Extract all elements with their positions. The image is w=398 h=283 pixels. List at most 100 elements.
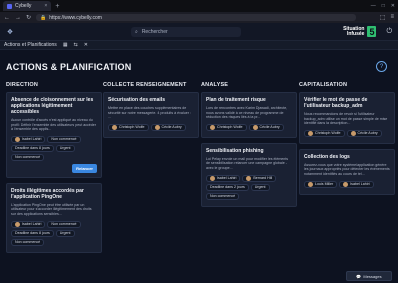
avatar — [210, 124, 215, 130]
avatar — [15, 136, 20, 142]
brand-badge: Situation Infusée 5 — [343, 26, 377, 37]
messages-button[interactable]: 💬 Messages — [346, 271, 392, 281]
avatar — [343, 181, 349, 187]
status-tag[interactable]: Non commencé — [11, 153, 45, 161]
assignee-tag[interactable]: Louis Miller — [304, 180, 338, 188]
search-icon: ⌕ — [135, 29, 138, 35]
address-bar[interactable]: 🔒 https://www.cybelly.com — [36, 14, 357, 21]
card-title: Sécurisation des emails — [108, 97, 165, 103]
card-title: Vérifier le mot de passe de l'utilisateu… — [304, 97, 368, 109]
extensions-icon[interactable]: ⬚ — [380, 14, 386, 21]
column-title: CAPITALISATION — [299, 82, 348, 88]
avatar — [15, 221, 20, 227]
avatar — [308, 181, 313, 187]
card-description: Mettre en place des couches supplémentai… — [108, 106, 191, 120]
column-collecte: COLLECTE RENSEIGNEMENT Sécurisation des … — [103, 82, 199, 143]
assignee-tag[interactable]: Isabel Lahiri — [206, 174, 241, 182]
messages-label: Messages — [363, 273, 382, 279]
close-icon[interactable]: ✕ — [84, 42, 88, 48]
card-title: Sensibilisation phishing — [206, 147, 264, 154]
deadline-tag[interactable]: Deadline dans 8 jours — [11, 229, 54, 237]
assignee-tag[interactable]: Cécile Aubry — [248, 123, 284, 131]
reload-icon[interactable]: ↻ — [26, 14, 31, 21]
window-controls: — □ ✕ — [371, 3, 395, 9]
app-header: ❖ ⌕ Rechercher Situation Infusée 5 ⏻ — [0, 23, 398, 41]
action-card[interactable]: Vérifier le mot de passe de l'utilisateu… — [299, 92, 395, 144]
action-card[interactable]: Droits illégitimes accordés par l'applic… — [6, 182, 102, 253]
assignee-tag[interactable]: Cécile Aubry — [346, 129, 382, 137]
menu-icon[interactable]: ≡ — [390, 14, 394, 21]
card-title: Plan de traitement risque — [206, 97, 266, 103]
card-title: Absence de cloisonnement sur les applica… — [11, 97, 94, 115]
card-description: Loi Pelay envoie un mail pour modifier l… — [206, 156, 289, 170]
brand-number: 5 — [367, 26, 377, 37]
grid-icon[interactable]: ▦ — [63, 42, 68, 48]
avatar — [252, 124, 258, 130]
column-capitalisation: CAPITALISATION Vérifier le mot de passe … — [299, 82, 395, 200]
maximize-icon[interactable]: □ — [382, 3, 385, 9]
deadline-tag[interactable]: Deadline dans 2 jours — [206, 183, 249, 191]
browser-nav-bar: ← → ↻ 🔒 https://www.cybelly.com ⬚ ≡ — [0, 12, 398, 23]
avatar — [154, 124, 160, 130]
avatar — [350, 130, 356, 136]
column-title: COLLECTE RENSEIGNEMENT — [103, 82, 187, 88]
app-logo-icon[interactable]: ❖ — [6, 28, 14, 36]
relancer-button[interactable]: Relancer — [72, 163, 97, 173]
card-title: Collection des logs — [304, 153, 350, 160]
main-content: ACTIONS & PLANIFICATION ? DIRECTION Abse… — [0, 50, 398, 283]
close-window-icon[interactable]: ✕ — [391, 3, 395, 9]
column-title: ANALYSE — [201, 82, 229, 88]
new-tab-button[interactable]: + — [55, 3, 59, 10]
action-card[interactable]: Collection des logs Assurez-vous que vot… — [299, 148, 395, 195]
deadline-tag[interactable]: Deadline dans 8 jours — [11, 144, 54, 152]
card-description: L'application PingOne peut être utilisée… — [11, 202, 92, 216]
assignee-tag[interactable]: Cécile Aubry — [150, 123, 186, 131]
action-card[interactable]: Plan de traitement risque Lors de rencon… — [201, 92, 297, 138]
avatar — [308, 130, 313, 136]
card-description: Assurez-vous que votre système/applicati… — [304, 162, 390, 176]
priority-tag[interactable]: Urgent — [55, 144, 75, 152]
search-input[interactable]: ⌕ Rechercher — [131, 27, 241, 37]
breadcrumb[interactable]: Actions et Planifications — [4, 42, 57, 48]
assignee-tag[interactable]: Christoph Wolfe — [304, 129, 345, 137]
breadcrumb-bar: Actions et Planifications ▦ ⇆ ✕ — [0, 41, 398, 50]
column-direction: DIRECTION Absence de cloisonnement sur l… — [6, 82, 102, 258]
close-tab-icon[interactable]: × — [44, 3, 47, 9]
status-tag[interactable]: Non commencé — [47, 135, 81, 143]
power-icon[interactable]: ⏻ — [386, 28, 392, 36]
assignee-tag[interactable]: Christoph Wolfe — [206, 123, 247, 131]
column-analyse: ANALYSE Plan de traitement risque Lors d… — [201, 82, 297, 212]
page-title: ACTIONS & PLANIFICATION — [6, 62, 132, 72]
status-tag[interactable]: Non commencé — [11, 238, 45, 246]
url-text: https://www.cybelly.com — [49, 14, 102, 21]
action-card[interactable]: Sécurisation des emails Mettre en place … — [103, 92, 199, 138]
assignee-tag[interactable]: Bernard Hill — [242, 174, 277, 182]
avatar — [112, 124, 117, 130]
assignee-tag[interactable]: Isabel Lahiri — [11, 135, 46, 143]
card-description: Aucun contrôle d'accès n'est appliqué au… — [11, 118, 96, 132]
help-icon[interactable]: ? — [376, 61, 387, 72]
action-card[interactable]: Absence de cloisonnement sur les applica… — [6, 92, 102, 178]
assignee-tag[interactable]: Isabel Lahiri — [339, 180, 374, 188]
card-description: Lors de rencontres avec Karim Djawadi, a… — [206, 106, 288, 120]
browser-tab[interactable]: Cybelly × — [3, 1, 52, 11]
status-tag[interactable]: Non commencé — [47, 220, 81, 228]
assignee-tag[interactable]: Isabel Lahiri — [11, 220, 46, 228]
share-icon[interactable]: ⇆ — [74, 42, 78, 48]
column-title: DIRECTION — [6, 82, 39, 88]
minimize-icon[interactable]: — — [371, 3, 376, 9]
search-placeholder: Rechercher — [141, 29, 168, 35]
assignee-tag[interactable]: Christoph Wolfe — [108, 123, 149, 131]
chat-icon: 💬 — [356, 273, 362, 279]
action-card[interactable]: Sensibilisation phishing Loi Pelay envoi… — [201, 142, 297, 207]
priority-tag[interactable]: Urgent — [55, 229, 75, 237]
status-tag[interactable]: Non commencé — [206, 192, 240, 200]
brand-line-2: Infusée — [346, 30, 365, 37]
avatar — [210, 175, 215, 181]
forward-icon[interactable]: → — [15, 15, 21, 21]
browser-tab-strip: Cybelly × + — □ ✕ — [0, 0, 398, 12]
priority-tag[interactable]: Urgent — [250, 183, 270, 191]
tab-title: Cybelly — [15, 3, 32, 9]
back-icon[interactable]: ← — [4, 15, 10, 21]
lock-icon: 🔒 — [40, 14, 47, 21]
